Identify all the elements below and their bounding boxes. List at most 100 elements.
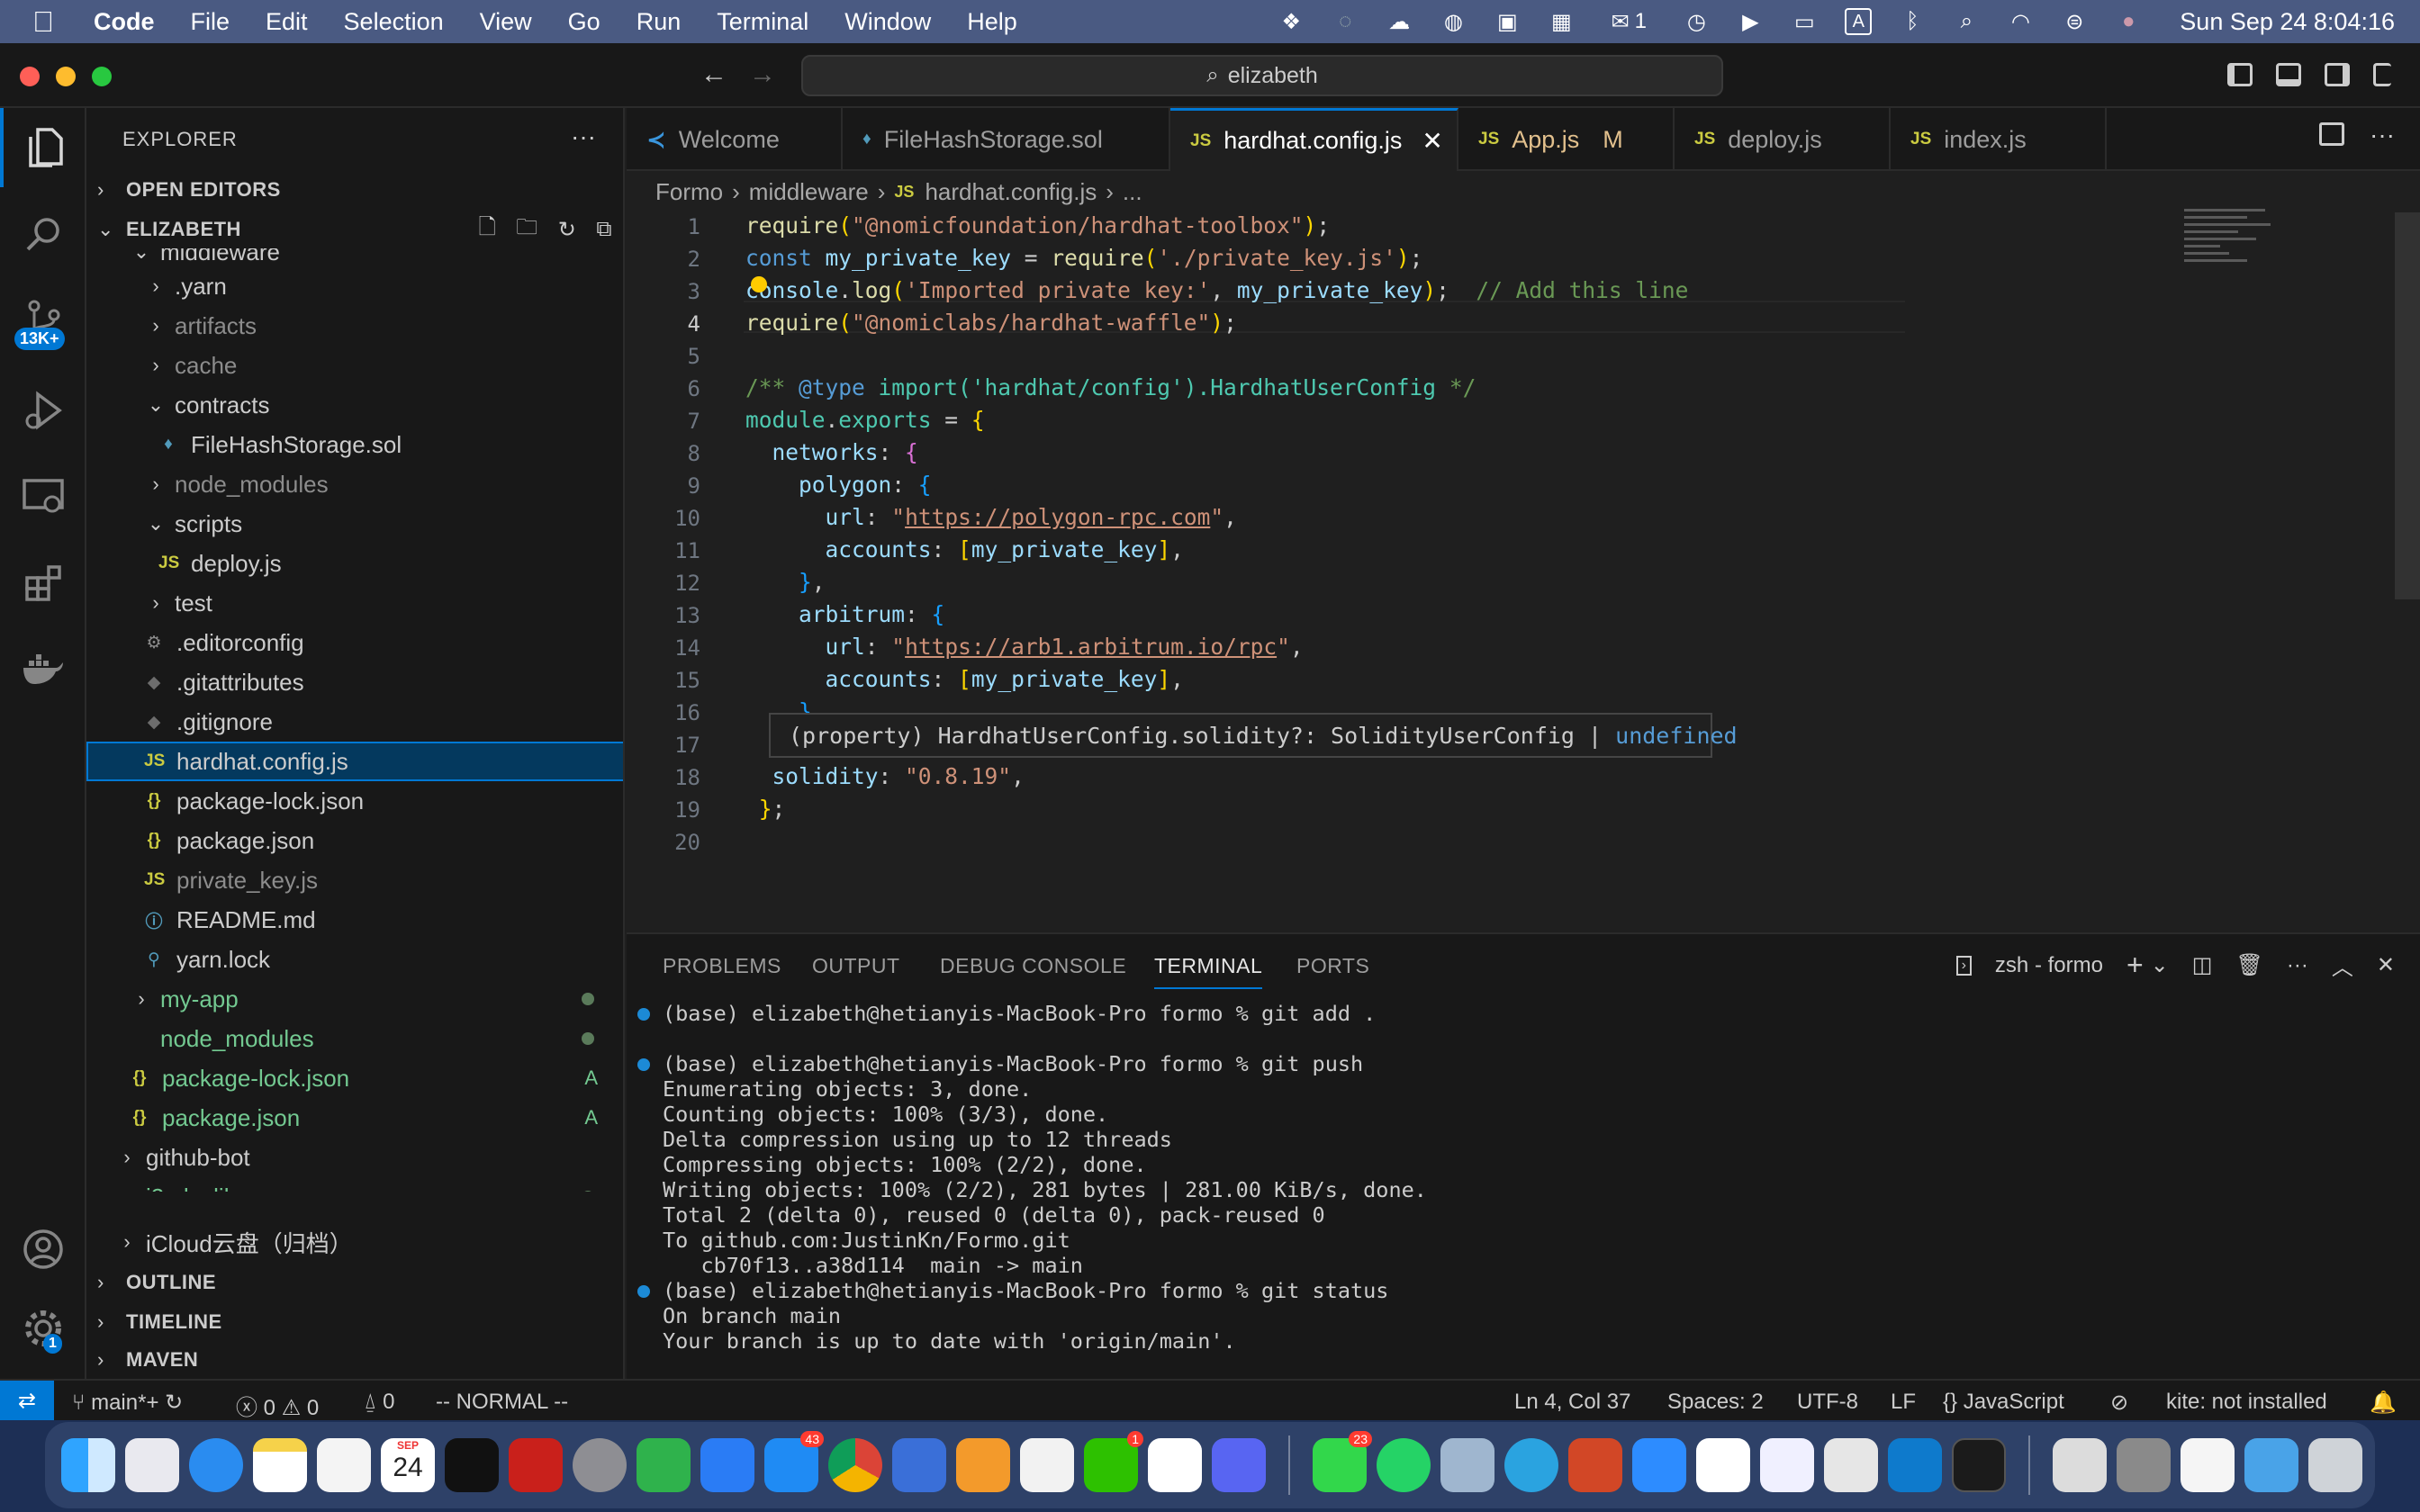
menu-app-name[interactable]: Code xyxy=(94,8,155,36)
nav-back-arrow-icon[interactable]: ← xyxy=(700,59,727,90)
new-folder-icon[interactable]: 🗀 xyxy=(516,212,538,248)
tree-item-package-json[interactable]: {} package.json xyxy=(86,821,623,860)
problems-item[interactable]: ⓧ 0 ⚠ 0 xyxy=(236,1390,319,1421)
breadcrumb-item[interactable]: hardhat.config.js xyxy=(925,178,1097,206)
tab-hardhat-config-js[interactable]: JS hardhat.config.js ✕ xyxy=(1170,108,1458,171)
breadcrumb-item[interactable]: ... xyxy=(1123,178,1142,206)
toggle-panel-icon[interactable] xyxy=(2276,63,2301,86)
close-panel-icon[interactable]: ✕ xyxy=(2377,952,2395,978)
end-of-line[interactable]: LF xyxy=(1891,1390,1916,1415)
maximize-panel-icon[interactable]: ︿ xyxy=(2332,950,2353,981)
numbers-icon[interactable] xyxy=(637,1438,691,1492)
tab-output[interactable]: OUTPUT xyxy=(812,954,900,978)
tab-filehashstorage-sol[interactable]: ♦ FileHashStorage.sol xyxy=(843,108,1170,171)
tab-terminal[interactable]: TERMINAL xyxy=(1154,954,1263,989)
pencil-app-icon[interactable] xyxy=(892,1438,946,1492)
wechat-tray-icon[interactable]: ✉ 1 xyxy=(1602,8,1656,35)
terminal-app-icon[interactable] xyxy=(1952,1438,2006,1492)
tab-problems[interactable]: PROBLEMS xyxy=(663,954,781,978)
pages-icon[interactable] xyxy=(956,1438,1010,1492)
more-actions-icon[interactable]: ··· xyxy=(571,122,596,151)
tree-item-github-bot[interactable]: › github-bot xyxy=(86,1138,623,1177)
collapse-all-icon[interactable]: ⧉ xyxy=(596,217,612,242)
control-center-icon[interactable]: ⊜ xyxy=(2061,8,2088,35)
tree-item-i2cdevlib[interactable]: › i2cdevlib xyxy=(86,1177,623,1192)
trash-icon[interactable] xyxy=(2308,1438,2362,1492)
menu-window[interactable]: Window xyxy=(844,8,931,36)
breadcrumb-item[interactable]: Formo xyxy=(655,178,723,206)
keynote-icon[interactable] xyxy=(700,1438,754,1492)
search-icon[interactable] xyxy=(0,194,86,274)
tree-item-gitattributes[interactable]: ◆ .gitattributes xyxy=(86,662,623,702)
new-file-icon[interactable]: 🗋 xyxy=(478,212,496,248)
vscode-icon[interactable] xyxy=(1888,1438,1942,1492)
input-source-icon[interactable]: A xyxy=(1845,8,1873,35)
apple-menu-icon[interactable]:  xyxy=(32,5,63,39)
window-minimize-button[interactable] xyxy=(56,67,76,86)
whatsapp-icon[interactable] xyxy=(1377,1438,1431,1492)
toggle-secondary-sidebar-icon[interactable] xyxy=(2325,63,2350,86)
code-editor[interactable]: 1 2 3 4 5 6 7 8 9 10 11 12 13 14 15 16 17 18 19 20 require(… xyxy=(627,212,2420,932)
docker-icon[interactable] xyxy=(0,630,86,709)
command-decoration-dot[interactable] xyxy=(637,1008,650,1021)
notion-icon[interactable] xyxy=(1696,1438,1750,1492)
split-editor-icon[interactable] xyxy=(2319,122,2344,146)
tree-item-filehashstorage-sol[interactable]: ♦ FileHashStorage.sol xyxy=(86,425,623,464)
ports-item[interactable]: ⍙ 0 xyxy=(364,1390,394,1415)
tree-item-test[interactable]: › test xyxy=(86,583,623,623)
timeline-section[interactable]: › TIMELINE xyxy=(86,1303,623,1341)
more-actions-icon[interactable]: ··· xyxy=(2370,121,2395,149)
siri-icon[interactable]: ● xyxy=(2115,8,2142,35)
tree-item-readme-md[interactable]: ⓘ README.md xyxy=(86,900,623,940)
tree-item-package-lock-json[interactable]: {} package-lock.json xyxy=(86,781,623,821)
nav-forward-arrow-icon[interactable]: → xyxy=(749,59,776,90)
remote-explorer-icon[interactable] xyxy=(0,457,86,536)
menu-file[interactable]: File xyxy=(191,8,230,36)
menu-terminal[interactable]: Terminal xyxy=(717,8,808,36)
scanner-icon[interactable] xyxy=(2117,1438,2171,1492)
chevron-down-icon[interactable]: ⌄ xyxy=(2151,952,2169,978)
git-branch-item[interactable]: ⑂ main*+ ↻ xyxy=(72,1390,183,1416)
play-icon[interactable]: ▶ xyxy=(1737,8,1764,35)
tree-item-deploy-js[interactable]: JS deploy.js xyxy=(86,544,623,583)
maven-section[interactable]: › MAVEN xyxy=(86,1341,623,1379)
refresh-icon[interactable]: ↻ xyxy=(558,217,577,243)
messages-icon[interactable]: 23 xyxy=(1313,1431,1372,1492)
discord-icon[interactable] xyxy=(1212,1438,1266,1492)
close-icon[interactable]: ✕ xyxy=(1422,126,1442,156)
no-copilot-icon[interactable]: ⊘ xyxy=(2110,1390,2128,1416)
powerpoint-icon[interactable] xyxy=(1568,1438,1622,1492)
tree-item-hardhat-config-js[interactable]: JS hardhat.config.js xyxy=(86,742,623,781)
minimap[interactable] xyxy=(2184,209,2274,281)
cursor-position[interactable]: Ln 4, Col 37 xyxy=(1514,1390,1630,1415)
manage-settings-icon[interactable]: 1 xyxy=(0,1289,86,1368)
tree-item-contracts[interactable]: ⌄ contracts xyxy=(86,385,623,425)
open-editors-section[interactable]: › OPEN EDITORS xyxy=(86,171,623,209)
kite-status[interactable]: kite: not installed xyxy=(2166,1390,2327,1415)
outline-section[interactable]: › OUTLINE xyxy=(86,1264,623,1301)
tree-item-yarn[interactable]: › .yarn xyxy=(86,266,623,306)
tree-item-my-app[interactable]: › my-app xyxy=(86,979,623,1019)
notifications-bell-icon[interactable]: 🔔 xyxy=(2370,1390,2397,1416)
run-and-debug-icon[interactable] xyxy=(0,371,86,450)
accounts-icon[interactable] xyxy=(0,1210,86,1289)
textedit-icon[interactable] xyxy=(1020,1438,1074,1492)
launchpad-icon[interactable] xyxy=(125,1438,179,1492)
workspace-folder-section[interactable]: ⌄ ELIZABETH 🗋 🗀 ↻ ⧉ xyxy=(86,211,623,248)
source-control-icon[interactable]: 13K+ xyxy=(0,281,86,360)
time-machine-icon[interactable]: ◷ xyxy=(1683,8,1710,35)
indentation[interactable]: Spaces: 2 xyxy=(1667,1390,1764,1415)
chrome-icon[interactable] xyxy=(828,1438,882,1492)
trash-icon[interactable]: 🗑 xyxy=(2235,952,2262,978)
battery-icon[interactable]: ▭ xyxy=(1791,8,1818,35)
wechat-icon[interactable]: 1 xyxy=(1084,1431,1143,1492)
slack-icon[interactable] xyxy=(1148,1438,1202,1492)
system-settings-icon[interactable] xyxy=(573,1438,627,1492)
spotlight-icon[interactable]: ⌕ xyxy=(1953,8,1980,35)
language-mode[interactable]: {} JavaScript xyxy=(1943,1390,2064,1415)
remote-indicator-icon[interactable]: ⇄ xyxy=(0,1381,54,1420)
command-decoration-dot[interactable] xyxy=(637,1285,650,1298)
menu-go[interactable]: Go xyxy=(568,8,600,36)
tree-item-cache[interactable]: › cache xyxy=(86,346,623,385)
menu-help[interactable]: Help xyxy=(967,8,1017,36)
